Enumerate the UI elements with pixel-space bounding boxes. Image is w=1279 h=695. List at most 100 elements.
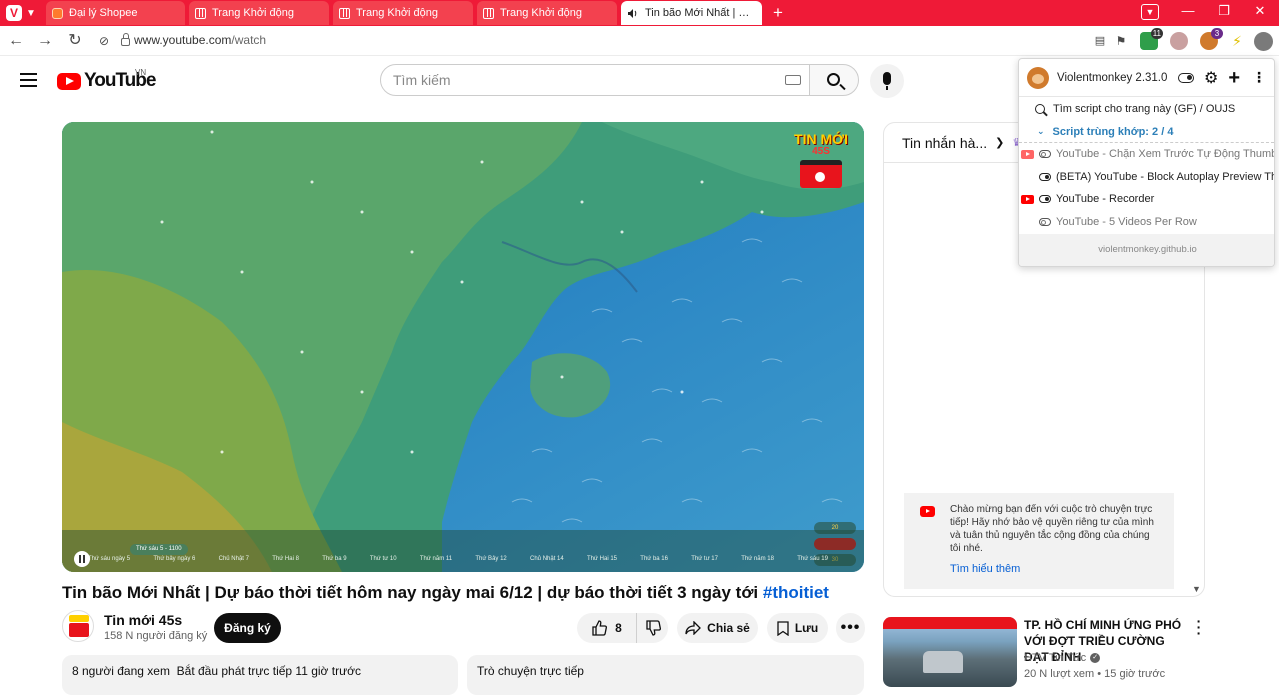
kebab-menu-icon[interactable]: · · ·: [1194, 614, 1204, 640]
tab-start-page-3[interactable]: Trang Khởi động: [477, 1, 617, 25]
voice-search-button[interactable]: [870, 64, 904, 98]
timeline-day[interactable]: Thứ năm 18: [741, 556, 774, 568]
timeline-day[interactable]: Thứ ba 16: [640, 556, 668, 568]
gear-icon[interactable]: ⚙: [1204, 68, 1218, 88]
minimize-icon[interactable]: —: [1178, 3, 1198, 18]
vm-script-item[interactable]: YouTube - Recorder: [1019, 188, 1274, 211]
thumbs-down-icon: [645, 620, 661, 636]
blank-icon: [1021, 172, 1034, 181]
learn-more-link[interactable]: Tìm hiểu thêm: [950, 563, 1162, 576]
shopee-icon: [52, 7, 63, 19]
search-input[interactable]: [393, 65, 773, 95]
vm-matched-header[interactable]: ⌄ Script trùng khớp: 2 / 4: [1019, 121, 1274, 143]
channel-name[interactable]: Tin mới 45s: [104, 612, 182, 628]
browser-tab-bar: V ▼ Đại lý Shopee Trang Khởi động Trang …: [0, 0, 1279, 26]
site-settings-icon[interactable]: ⊘: [94, 31, 114, 51]
youtube-icon: [920, 506, 935, 517]
violentmonkey-extension-icon[interactable]: 3: [1200, 28, 1223, 50]
shield-extension-icon[interactable]: 11: [1140, 28, 1163, 50]
recommended-video-thumbnail[interactable]: [883, 617, 1017, 687]
channel-avatar[interactable]: [62, 610, 94, 642]
script-name: YouTube - Chặn Xem Trước Tự Động Thumbna…: [1056, 148, 1275, 161]
reload-icon[interactable]: ↻: [65, 31, 85, 51]
timeline-day[interactable]: Thứ năm 11: [420, 556, 452, 568]
forward-icon[interactable]: →: [35, 31, 55, 51]
tab-youtube-active[interactable]: Tin bão Mới Nhất | Dự báo thời tiết hôm …: [621, 1, 762, 25]
recommended-channel[interactable]: HTV Tin Tức ✓: [1024, 652, 1101, 664]
share-label: Chia sẻ: [707, 621, 750, 635]
pause-icon[interactable]: [74, 551, 90, 567]
lightning-extension-icon[interactable]: ⚡: [1228, 32, 1246, 50]
video-player[interactable]: TIN MỚI 45S 20 30 Thứ sáu 5 - 1100 Thứ s…: [62, 122, 864, 572]
user-avatar-icon[interactable]: [1254, 32, 1273, 51]
tab-start-page-1[interactable]: Trang Khởi động: [189, 1, 329, 25]
vm-find-scripts[interactable]: Tìm script cho trang này (GF) / OUJS: [1019, 97, 1274, 121]
timeline-day[interactable]: Thứ bảy ngày 6: [153, 556, 195, 568]
vm-homepage-link[interactable]: violentmonkey.github.io: [1019, 234, 1274, 266]
vm-script-item[interactable]: (BETA) YouTube - Block Autoplay Preview …: [1019, 166, 1274, 189]
scroll-down-icon[interactable]: ▼: [1192, 584, 1201, 594]
restore-icon[interactable]: ❐: [1214, 3, 1234, 19]
watermark-title: TIN MỚI: [794, 131, 848, 147]
reader-view-icon[interactable]: ▤: [1090, 31, 1110, 51]
vm-enable-toggle[interactable]: [1177, 72, 1194, 83]
subscribe-button[interactable]: Đăng ký: [214, 613, 281, 643]
timeline-day[interactable]: Thứ tư 10: [370, 556, 397, 568]
speaker-icon[interactable]: [627, 8, 639, 19]
vm-more-icon[interactable]: ⋮: [1252, 69, 1266, 86]
share-button[interactable]: Chia sẻ: [677, 613, 758, 643]
url-field[interactable]: www.youtube.com/watch: [121, 32, 266, 47]
keyboard-icon[interactable]: [785, 75, 801, 85]
vm-header: Violentmonkey 2.31.0 ⚙ + ⋮: [1019, 59, 1274, 97]
timeline-day[interactable]: Chủ Nhật 7: [219, 556, 249, 568]
timeline-day[interactable]: Thứ sáu 19: [797, 556, 828, 568]
bookmark-icon[interactable]: ⚑: [1111, 31, 1131, 51]
search-button[interactable]: [809, 64, 859, 96]
close-icon[interactable]: ✕: [1250, 3, 1270, 19]
vivaldi-menu-button[interactable]: V ▼: [6, 4, 40, 22]
chevron-down-icon: ▼: [26, 7, 36, 19]
vm-script-item[interactable]: YouTube - Chặn Xem Trước Tự Động Thumbna…: [1019, 143, 1274, 166]
script-toggle-off[interactable]: [1039, 150, 1051, 159]
add-script-icon[interactable]: +: [1228, 68, 1240, 88]
like-dislike-group: 8: [577, 613, 668, 643]
timeline-day[interactable]: Thứ sáu ngày 5: [88, 556, 130, 568]
tab-shopee[interactable]: Đại lý Shopee: [46, 1, 185, 25]
forecast-timeline[interactable]: Thứ sáu 5 - 1100 Thứ sáu ngày 5 Thứ bảy …: [62, 530, 864, 572]
back-icon[interactable]: ←: [6, 31, 26, 51]
dislike-button[interactable]: [637, 613, 668, 643]
weather-map: [62, 122, 864, 572]
violentmonkey-logo-icon: [1027, 66, 1049, 89]
timeline-day[interactable]: Thứ Bảy 12: [475, 556, 506, 568]
vm-find-scripts-label: Tìm script cho trang này (GF) / OUJS: [1053, 103, 1236, 115]
violentmonkey-popup: Violentmonkey 2.31.0 ⚙ + ⋮ Tìm script ch…: [1018, 58, 1275, 267]
bookmark-save-icon: [777, 620, 789, 636]
viewer-count: 8 người đang xem: [72, 664, 170, 678]
script-toggle-on[interactable]: [1039, 172, 1051, 181]
vm-script-item[interactable]: YouTube - 5 Videos Per Row: [1019, 211, 1274, 234]
new-tab-button[interactable]: +: [768, 3, 788, 23]
recommended-channel-name: HTV Tin Tức: [1024, 652, 1087, 664]
like-button[interactable]: 8: [577, 613, 637, 643]
tab-start-page-2[interactable]: Trang Khởi động: [333, 1, 473, 25]
live-chat-strip-label: Trò chuyện trực tiếp: [477, 664, 584, 678]
timeline-day[interactable]: Thứ Hai 8: [272, 556, 299, 568]
timeline-day[interactable]: Thứ tư 17: [691, 556, 718, 568]
tab-list-dropdown-icon[interactable]: ▼: [1141, 4, 1159, 20]
welcome-text: Chào mừng bạn đến với cuộc trò chuyện tr…: [950, 504, 1154, 554]
subscriber-count: 158 N người đăng ký: [104, 630, 208, 642]
script-toggle-off[interactable]: [1039, 217, 1051, 226]
timeline-day[interactable]: Chủ Nhật 14: [530, 556, 564, 568]
timeline-day[interactable]: Thứ Hai 15: [587, 556, 617, 568]
hamburger-menu-icon[interactable]: [20, 73, 37, 87]
script-toggle-on[interactable]: [1039, 195, 1051, 204]
profile-extension-icon[interactable]: [1170, 32, 1188, 50]
video-title-text: Tin bão Mới Nhất | Dự báo thời tiết hôm …: [62, 583, 763, 602]
more-actions-button[interactable]: •••: [836, 613, 865, 643]
hashtag-link[interactable]: #thoitiet: [763, 583, 829, 602]
microphone-icon: [883, 72, 891, 90]
live-chat-strip[interactable]: Trò chuyện trực tiếp: [467, 655, 864, 695]
description-box[interactable]: 8 người đang xem Bắt đầu phát trực tiếp …: [62, 655, 458, 695]
save-button[interactable]: Lưu: [767, 613, 828, 643]
timeline-day[interactable]: Thứ ba 9: [322, 556, 346, 568]
